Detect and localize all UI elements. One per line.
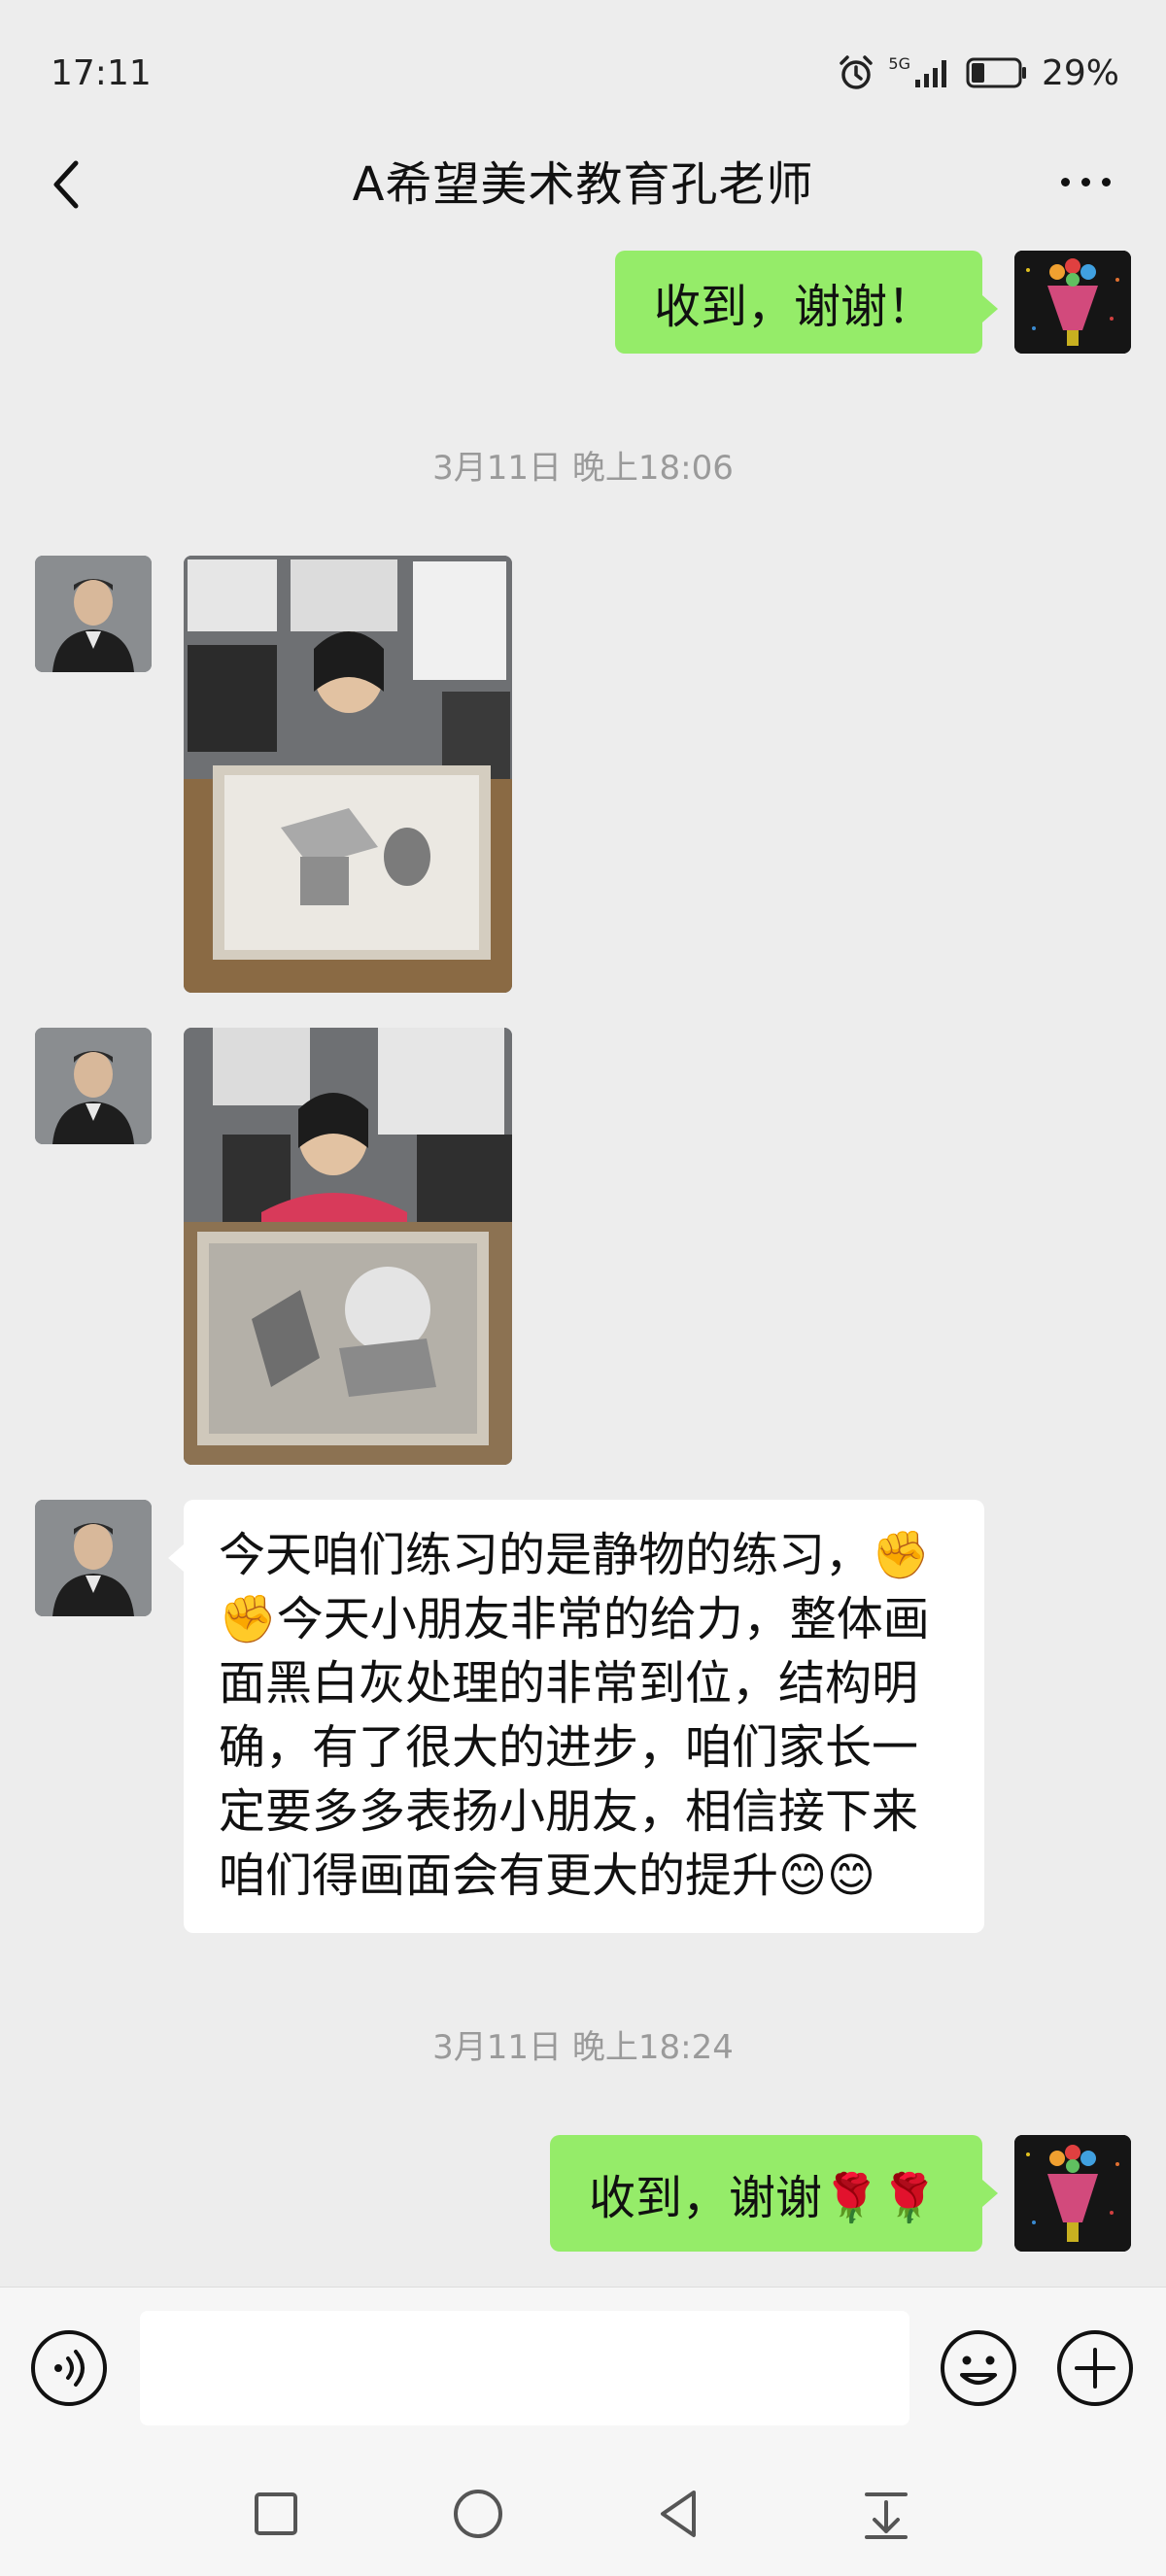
back-icon[interactable] (649, 2483, 711, 2545)
voice-icon[interactable] (29, 2328, 109, 2408)
status-icons: 5G 29% (838, 53, 1119, 93)
message-line: 面黑白灰处理的非常到位，结构明 (219, 1656, 919, 1711)
system-navigation-bar (0, 2452, 1166, 2576)
timestamp: 3月11日 晚上18:06 (432, 449, 734, 488)
message-line: 咱们得画面会有更大的提升😊😊 (219, 1848, 876, 1903)
battery-percent: 29% (1041, 52, 1119, 93)
chat-title: A希望美术教育孔老师 (352, 157, 814, 212)
avatar-teacher[interactable] (35, 1500, 152, 1616)
message-input[interactable] (140, 2311, 909, 2425)
avatar-teacher[interactable] (35, 556, 152, 672)
message-line: ✊今天小朋友非常的给力，整体画 (219, 1592, 930, 1646)
plus-icon[interactable] (1055, 2328, 1135, 2408)
timestamp: 3月11日 晚上18:24 (432, 2028, 734, 2067)
home-icon[interactable] (447, 2483, 509, 2545)
status-time: 17:11 (51, 52, 152, 93)
input-bar (0, 2287, 1166, 2452)
chat-image[interactable] (184, 1028, 512, 1465)
emoji-icon[interactable] (939, 2328, 1018, 2408)
chat-header: A希望美术教育孔老师 (0, 107, 1166, 253)
message-line: 确，有了很大的进步，咱们家长一 (219, 1720, 919, 1775)
chat-image[interactable] (184, 556, 512, 993)
recent-apps-icon[interactable] (245, 2483, 307, 2545)
more-dots-icon[interactable] (1061, 167, 1119, 196)
message-bubble-teacher[interactable]: 今天咱们练习的是静物的练习，✊ ✊今天小朋友非常的给力，整体画 面黑白灰处理的非… (168, 1500, 984, 1933)
message-line: 今天咱们练习的是静物的练习，✊ (219, 1528, 930, 1582)
avatar-mine[interactable] (1014, 251, 1131, 354)
message-bubble-mine[interactable]: 收到，谢谢！ (615, 251, 998, 354)
message-text: 收到，谢谢！ (654, 280, 935, 334)
battery-icon (966, 56, 1028, 89)
message-list[interactable]: 收到，谢谢！ 3月11日 晚上18:06 今天咱们练习的是静物的练习，✊ ✊今天… (0, 251, 1166, 2287)
notification-pull-icon[interactable] (855, 2483, 917, 2545)
network-type: 5G (888, 54, 910, 73)
avatar-teacher[interactable] (35, 1028, 152, 1144)
avatar-mine[interactable] (1014, 2135, 1131, 2252)
message-text: 收到，谢谢🌹🌹 (589, 2171, 939, 2225)
message-line: 定要多多表扬小朋友，相信接下来 (219, 1784, 919, 1839)
chevron-left-icon[interactable] (47, 155, 86, 214)
message-bubble-mine[interactable]: 收到，谢谢🌹🌹 (550, 2135, 998, 2252)
alarm-icon (838, 54, 874, 91)
signal-icon: 5G (888, 56, 952, 89)
